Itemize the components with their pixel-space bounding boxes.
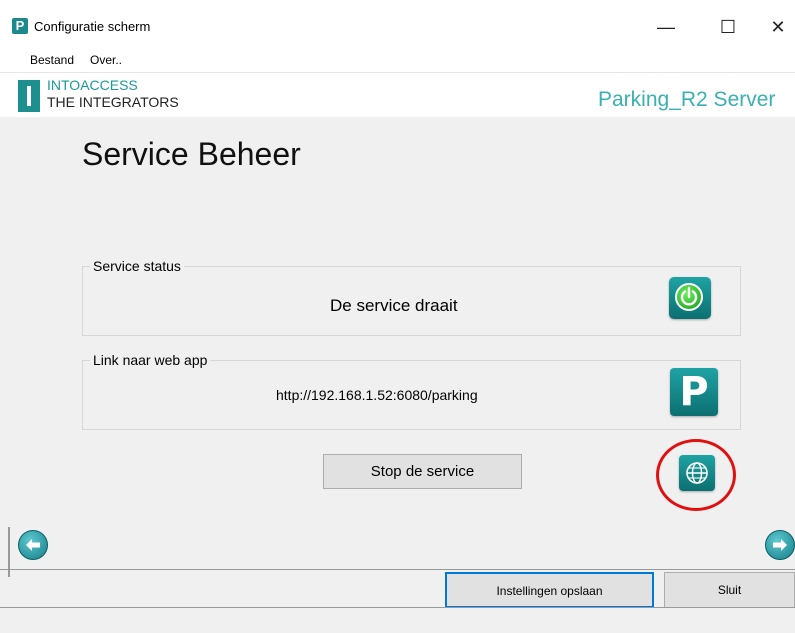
title-bar: P Configuratie scherm — ☐ ✕ bbox=[0, 0, 795, 48]
save-settings-button[interactable]: Instellingen opslaan bbox=[445, 572, 654, 608]
menu-item-bestand[interactable]: Bestand bbox=[30, 53, 74, 67]
stop-service-button[interactable]: Stop de service bbox=[323, 454, 522, 489]
arrow-left-icon[interactable] bbox=[18, 530, 48, 560]
web-app-url: http://192.168.1.52:6080/parking bbox=[276, 387, 478, 403]
maximize-button[interactable]: ☐ bbox=[708, 14, 748, 40]
close-window-button[interactable]: ✕ bbox=[758, 14, 795, 40]
intoaccess-logo bbox=[18, 80, 40, 112]
product-name: Parking_R2 Server bbox=[598, 88, 776, 111]
minimize-button[interactable]: — bbox=[646, 14, 686, 40]
menu-item-over[interactable]: Over.. bbox=[90, 53, 122, 67]
web-app-link-title: Link naar web app bbox=[90, 352, 211, 368]
arrow-right-icon[interactable] bbox=[765, 530, 795, 560]
parking-icon[interactable]: P bbox=[670, 368, 718, 416]
service-status-title: Service status bbox=[90, 258, 184, 274]
menu-bar: Bestand Over.. bbox=[0, 48, 795, 73]
power-icon[interactable] bbox=[669, 277, 711, 319]
brand-tagline: THE INTEGRATORS bbox=[47, 94, 179, 110]
page-title: Service Beheer bbox=[82, 136, 301, 172]
window-title: Configuratie scherm bbox=[34, 19, 151, 34]
service-status-text: De service draait bbox=[330, 296, 458, 315]
close-button[interactable]: Sluit bbox=[664, 572, 795, 608]
brand-name: INTOACCESS bbox=[47, 77, 138, 93]
parking-letter: P bbox=[679, 369, 709, 415]
app-icon: P bbox=[12, 18, 28, 34]
status-strip bbox=[0, 607, 795, 633]
highlight-annotation-circle bbox=[656, 439, 736, 511]
